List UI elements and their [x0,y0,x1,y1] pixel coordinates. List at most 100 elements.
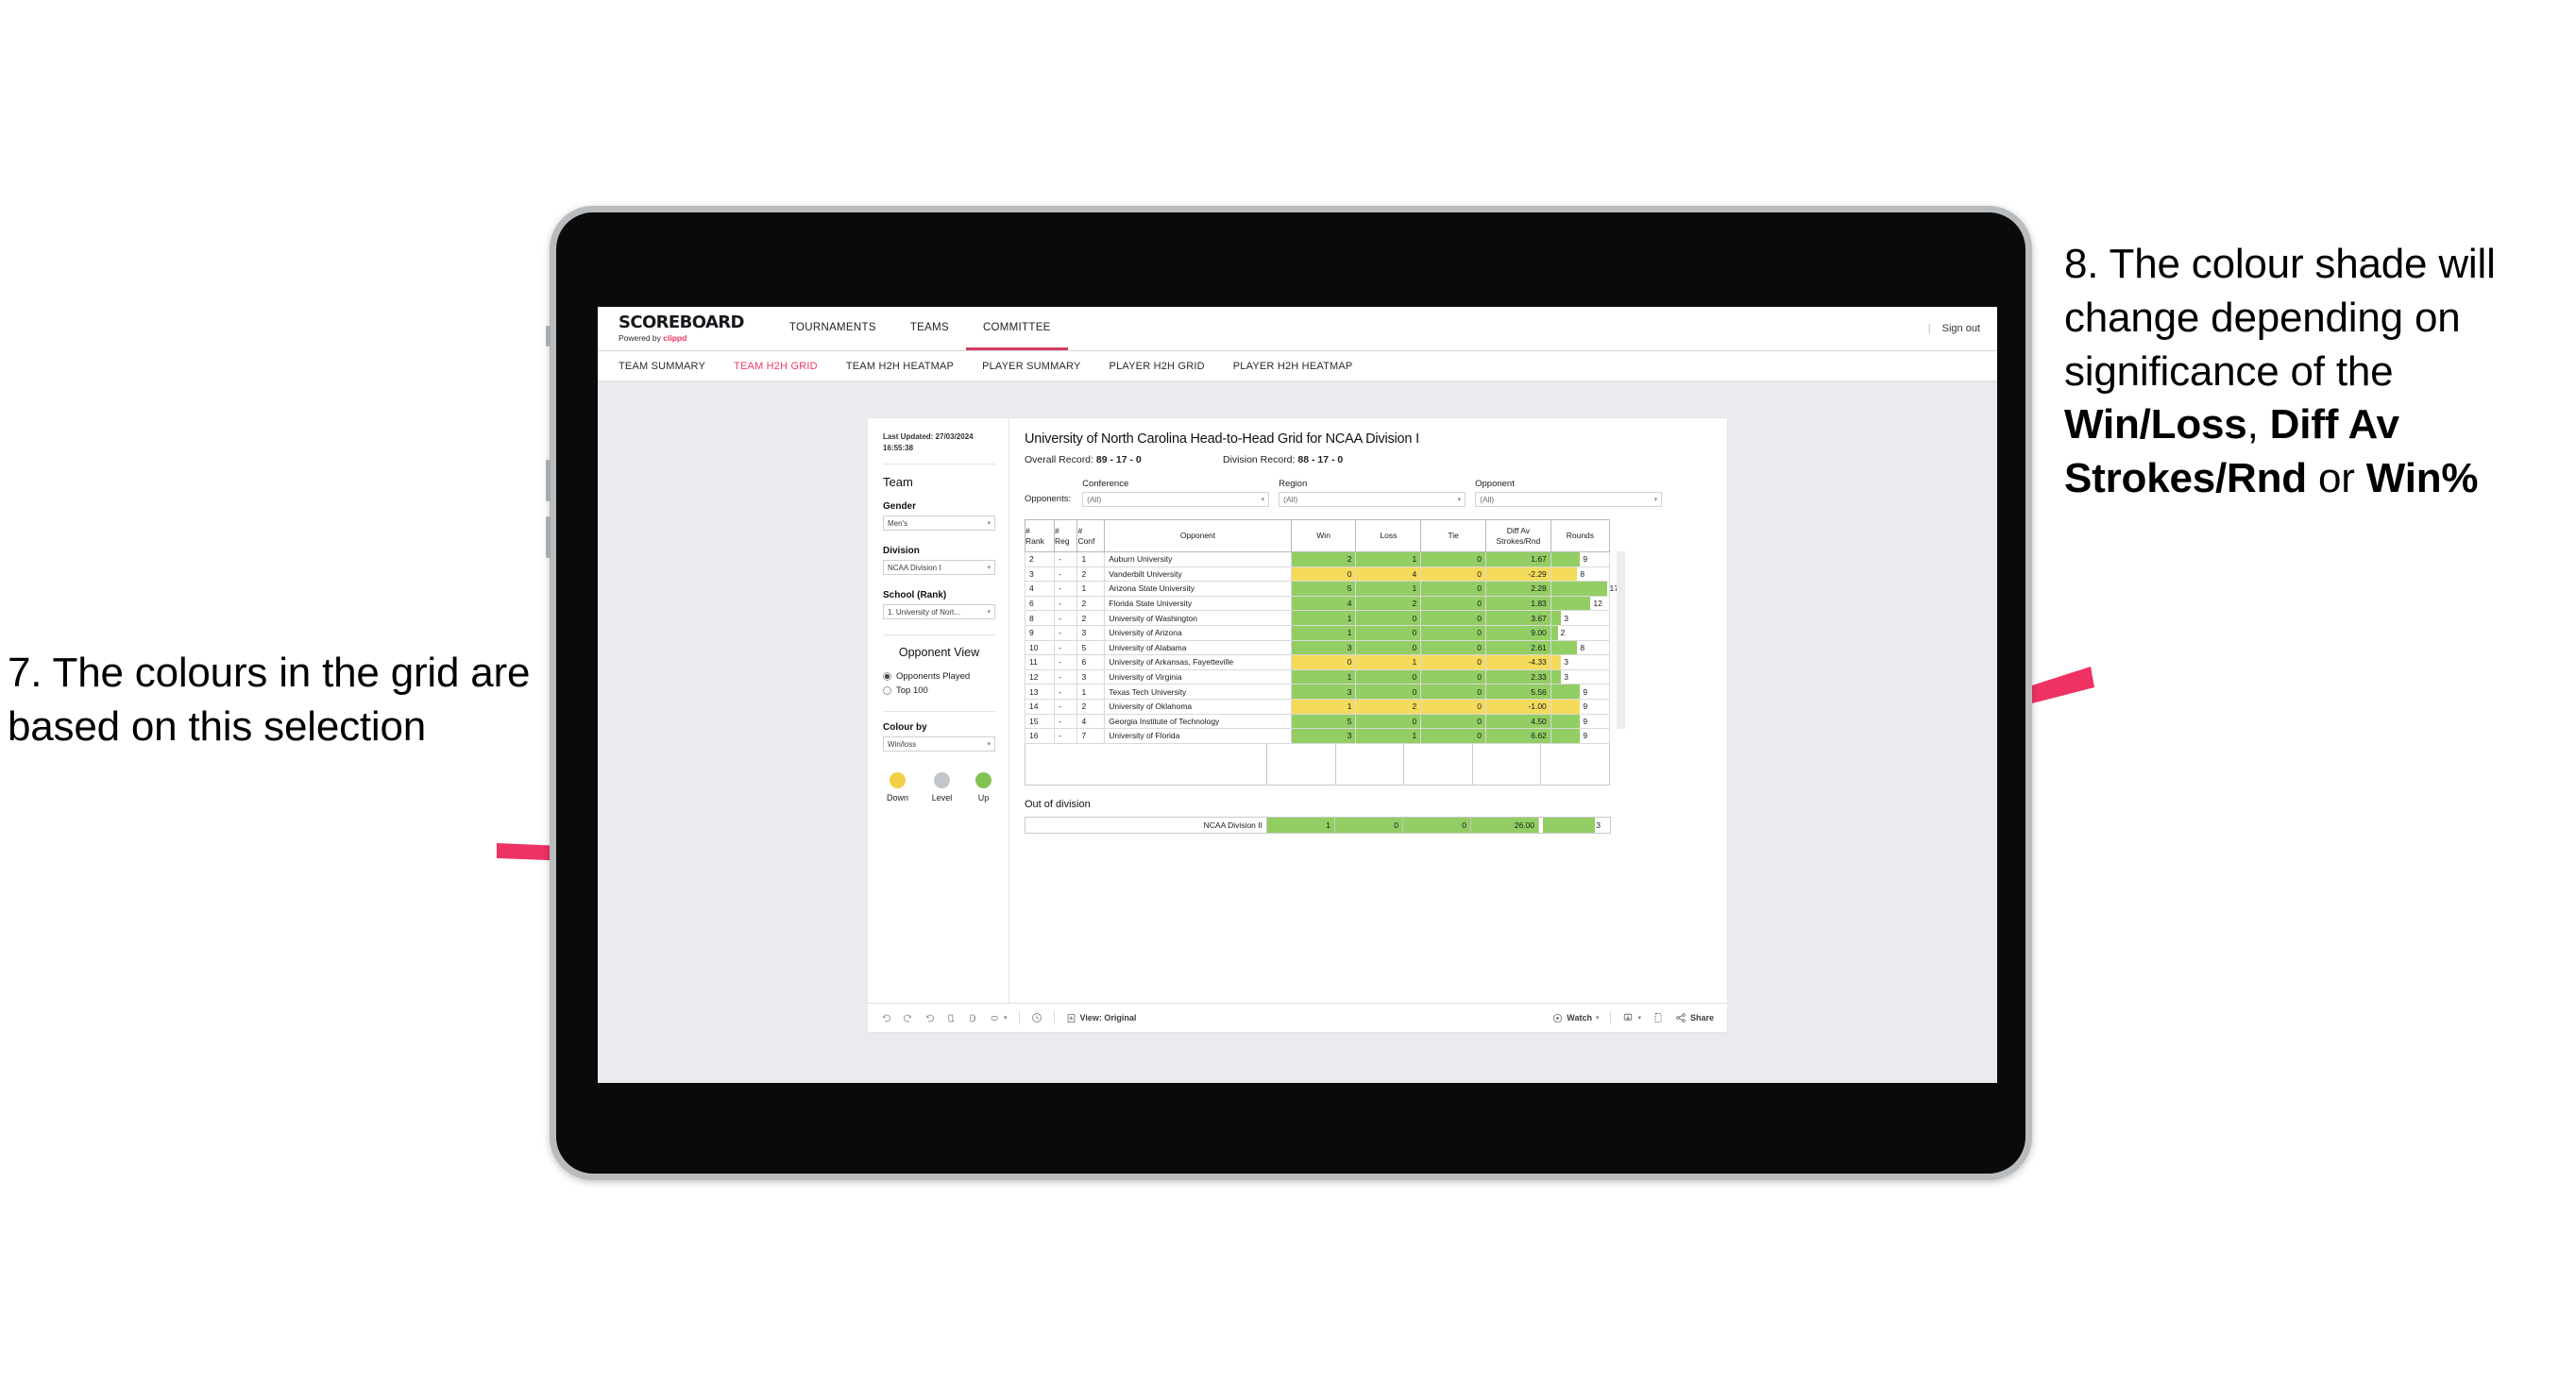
download-button[interactable]: ▾ [1622,1012,1641,1023]
column-header-tie[interactable]: Tie [1420,519,1487,552]
table-row[interactable]: 6-2 Florida State University 4 2 0 1.83 12 [1024,595,1611,612]
colour-by-select[interactable]: Win/loss ▾ [883,736,995,752]
radio-opponents-played[interactable]: Opponents Played [883,671,995,682]
cell-conf: 2 [1076,610,1106,626]
filter-region-value: (All) [1283,495,1298,504]
rounds-cell-inner: 9 [1551,729,1609,743]
sub-nav-item-team-h2h-heatmap[interactable]: TEAM H2H HEATMAP [846,361,954,372]
column-header-reg[interactable]: # Reg [1054,519,1078,552]
division-record: Division Record: 88 - 17 - 0 [1223,454,1421,465]
divider [1610,1011,1612,1024]
table-header-row: # Rank # Reg # Conf Opponent Win Loss Tie D… [1024,519,1611,552]
chevron-down-icon: ▾ [1457,497,1462,503]
sub-nav-item-player-h2h-heatmap[interactable]: PLAYER H2H HEATMAP [1233,361,1353,372]
table-row[interactable]: 12-3 University of Virginia 1 0 0 2.33 3 [1024,668,1611,685]
divider [883,634,995,636]
table-row[interactable]: 11-6 University of Arkansas, Fayetteville… [1024,654,1611,670]
table-empty-footer-left [1025,743,1267,785]
cell-conf: 6 [1076,654,1106,670]
table-row[interactable]: NCAA Division II 1 0 0 26.00 3 [1025,816,1611,834]
top-nav-item-tournaments[interactable]: TOURNAMENTS [772,307,893,350]
page-title: University of North Carolina Head-to-Hea… [1025,431,1419,447]
cell-rounds: 9 [1550,684,1611,700]
sub-nav-item-team-h2h-grid[interactable]: TEAM H2H GRID [734,361,818,372]
table-row[interactable]: 14-2 University of Oklahoma 1 2 0 -1.00 9 [1024,698,1611,715]
table-row[interactable]: 16-7 University of Florida 3 1 0 6.62 9 [1024,728,1611,744]
redo-arrow-icon[interactable]: ▾ [990,1013,1008,1023]
brand-powered-by: Powered by [619,333,664,344]
column-header-loss[interactable]: Loss [1355,519,1422,552]
cell-opponent: University of Virginia [1104,668,1292,685]
cell-rank: 4 [1024,581,1056,597]
column-header-diff-av-strokes[interactable]: Diff Av Strokes/Rnd [1485,519,1551,552]
cell-diff: 4.50 [1485,713,1551,730]
out-of-division-tie: 0 [1402,816,1471,834]
sign-out-link[interactable]: Sign out [1942,323,1980,334]
column-header-conf[interactable]: # Conf [1076,519,1106,552]
top-nav-item-committee[interactable]: COMMITTEE [965,307,1068,350]
division-record-value: 88 - 17 - 0 [1297,454,1344,465]
table-row[interactable]: 4-1 Arizona State University 5 1 0 2.28 17 [1024,581,1618,597]
table-header: # Rank # Reg # Conf Opponent Win Loss Tie D… [1024,519,1611,552]
filter-conference-select[interactable]: (All) ▾ [1082,492,1270,507]
cell-rank: 6 [1024,595,1056,612]
brand-logo[interactable]: SCOREBOARD Powered by clippd [619,307,772,350]
table-empty-footer-right [1267,743,1609,785]
pause-icon[interactable] [968,1013,978,1023]
division-select[interactable]: NCAA Division I ▾ [883,560,995,576]
cell-win: 1 [1290,624,1357,641]
cell-rank: 11 [1024,654,1056,670]
cell-diff: 2.33 [1485,668,1551,685]
view-original-button[interactable]: View: Original [1066,1013,1136,1023]
cell-reg: - [1054,595,1078,612]
table-row[interactable]: 8-2 University of Washington 1 0 0 3.67 3 [1024,610,1611,626]
table-row[interactable]: 13-1 Texas Tech University 3 0 0 5.56 9 [1024,684,1611,700]
out-of-division-diff: 26.00 [1470,816,1539,834]
cell-diff: -1.00 [1485,698,1551,715]
table-row[interactable]: 9-3 University of Arizona 1 0 0 9.00 2 [1024,624,1611,641]
clock-icon[interactable] [1031,1012,1042,1023]
watch-button[interactable]: Watch ▾ [1552,1013,1599,1023]
sub-nav-item-player-summary[interactable]: PLAYER SUMMARY [982,361,1080,372]
chevron-down-icon: ▾ [987,741,991,749]
filter-region-select[interactable]: (All) ▾ [1279,492,1466,507]
redo-icon[interactable] [903,1013,913,1023]
column-header-rank[interactable]: # Rank [1024,519,1056,552]
revert-icon[interactable] [924,1013,935,1023]
sub-nav-item-player-h2h-grid[interactable]: PLAYER H2H GRID [1110,361,1205,372]
cell-diff: 6.62 [1485,728,1551,744]
legend-dot-down [890,772,906,789]
cell-rank: 8 [1024,610,1056,626]
filter-opponent-select[interactable]: (All) ▾ [1475,492,1663,507]
cell-tie: 0 [1420,566,1487,583]
filter-opponent-label: Opponent [1475,479,1515,489]
column-header-win[interactable]: Win [1290,519,1357,552]
divider [1018,1011,1020,1024]
empty-cell [1404,743,1473,785]
records-row: Overall Record: 89 - 17 - 0 Division Rec… [1025,454,1712,465]
rounds-cell-inner: 8 [1551,640,1609,655]
table-vertical-scrollbar[interactable] [1617,551,1625,729]
cell-win: 5 [1290,581,1357,597]
refresh-icon[interactable] [946,1013,957,1023]
undo-icon[interactable] [881,1013,891,1023]
column-header-rounds[interactable]: Rounds [1550,519,1611,552]
cell-tie: 0 [1420,728,1487,744]
table-row[interactable]: 3-2 Vanderbilt University 0 4 0 -2.29 8 [1024,566,1611,583]
table-row[interactable]: 2-1 Auburn University 2 1 0 1.67 9 [1024,551,1611,567]
device-layout-icon[interactable] [1652,1012,1664,1023]
out-of-division-rounds: 3 [1538,816,1611,834]
radio-top-100[interactable]: Top 100 [883,685,995,696]
gender-select[interactable]: Men's ▾ [883,516,995,532]
chevron-down-icon: ▾ [1595,1015,1600,1022]
top-nav-item-teams[interactable]: TEAMS [893,307,966,350]
table-row[interactable]: 10-5 University of Alabama 3 0 0 2.61 8 [1024,639,1611,656]
cell-rank: 16 [1024,728,1056,744]
share-button[interactable]: Share [1675,1012,1714,1023]
cell-rounds: 3 [1550,654,1611,670]
column-header-opponent[interactable]: Opponent [1104,519,1292,552]
sub-nav-item-team-summary[interactable]: TEAM SUMMARY [619,361,705,372]
school-rank-select[interactable]: 1. University of Nort... ▾ [883,604,995,620]
chevron-down-icon: ▾ [1261,497,1265,503]
table-row[interactable]: 15-4 Georgia Institute of Technology 5 0 0 4.… [1024,713,1611,730]
